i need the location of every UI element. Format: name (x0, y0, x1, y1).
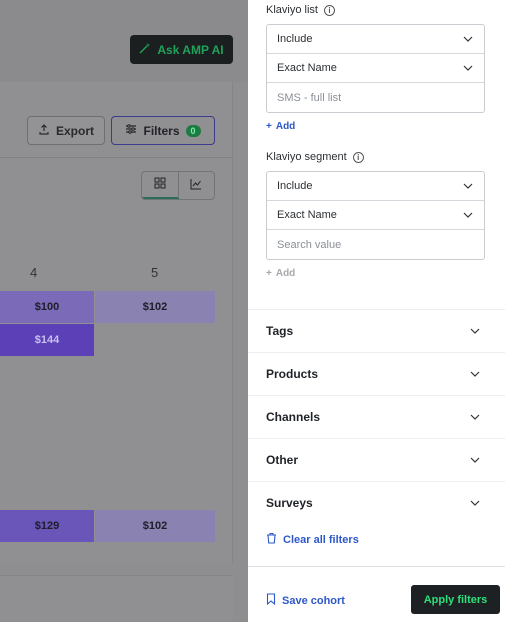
apply-filters-button[interactable]: Apply filters (411, 585, 500, 614)
accordion-label: Other (266, 453, 299, 467)
magic-wand-icon (139, 42, 151, 57)
ask-amp-ai-button[interactable]: Ask AMP AI (130, 35, 233, 64)
clear-all-filters-button[interactable]: Clear all filters (266, 532, 359, 547)
accordion-tags[interactable]: Tags (248, 309, 505, 352)
select-value: Include (277, 180, 313, 192)
upload-icon (38, 123, 50, 138)
view-toggle (141, 171, 215, 200)
klaviyo-list-value-input[interactable]: SMS - full list (267, 83, 484, 112)
chevron-down-icon (462, 180, 474, 192)
chevron-down-icon (462, 62, 474, 74)
input-placeholder: Search value (277, 238, 342, 251)
accordion-label: Tags (266, 324, 294, 338)
klaviyo-list-add-button[interactable]: + Add (266, 121, 295, 132)
trash-icon (266, 532, 277, 547)
line-chart-icon (190, 177, 202, 195)
table-cell: $102 (95, 291, 215, 323)
grid-icon (154, 176, 166, 194)
table-cell: $129 (0, 510, 94, 542)
add-label: Add (275, 268, 296, 279)
chart-view-button[interactable] (179, 172, 215, 199)
chevron-down-icon (469, 497, 481, 509)
export-label: Export (55, 123, 94, 138)
sliders-icon (125, 123, 137, 138)
klaviyo-list-match-select[interactable]: Exact Name (267, 54, 484, 83)
bottom-card (0, 575, 233, 622)
accordion-label: Channels (266, 410, 321, 424)
klaviyo-segment-add-button[interactable]: + Add (266, 268, 295, 279)
klaviyo-segment-match-select[interactable]: Exact Name (267, 201, 484, 230)
save-cohort-button[interactable]: Save cohort (266, 593, 345, 608)
klaviyo-list-label: Klaviyo list (266, 4, 318, 16)
chevron-down-icon (469, 368, 481, 380)
filters-label: Filters (143, 123, 180, 138)
plus-icon: + (266, 121, 272, 132)
klaviyo-list-label-row: Klaviyo list i (266, 4, 335, 16)
select-value: Exact Name (277, 209, 337, 221)
export-button[interactable]: Export (27, 116, 105, 145)
chevron-down-icon (462, 209, 474, 221)
accordion-other[interactable]: Other (248, 438, 505, 481)
column-header-5: 5 (151, 265, 159, 280)
divider (0, 157, 233, 158)
add-label: Add (275, 121, 296, 132)
chevron-down-icon (469, 325, 481, 337)
grid-view-button[interactable] (142, 172, 179, 199)
info-icon[interactable]: i (352, 151, 364, 163)
chevron-down-icon (469, 454, 481, 466)
filters-drawer: Klaviyo list i Include Exact Name SMS - … (248, 0, 505, 622)
save-cohort-label: Save cohort (282, 594, 345, 607)
table-cell: $102 (95, 510, 215, 542)
klaviyo-segment-search-input[interactable]: Search value (267, 230, 484, 259)
klaviyo-segment-include-select[interactable]: Include (267, 172, 484, 201)
klaviyo-list-include-select[interactable]: Include (267, 25, 484, 54)
klaviyo-list-filter: Include Exact Name SMS - full list (266, 24, 485, 113)
klaviyo-segment-label-row: Klaviyo segment i (266, 151, 364, 163)
column-header-4: 4 (30, 265, 38, 280)
input-value: SMS - full list (277, 91, 342, 104)
klaviyo-segment-filter: Include Exact Name Search value (266, 171, 485, 260)
select-value: Include (277, 33, 313, 45)
klaviyo-segment-label: Klaviyo segment (266, 151, 347, 163)
filters-count-badge: 0 (185, 124, 201, 137)
select-value: Exact Name (277, 62, 337, 74)
accordion-label: Products (266, 367, 319, 381)
clear-all-label: Clear all filters (283, 533, 359, 546)
bookmark-icon (266, 593, 276, 608)
accordion-surveys[interactable]: Surveys (248, 481, 505, 524)
accordion-channels[interactable]: Channels (248, 395, 505, 438)
chevron-down-icon (469, 411, 481, 423)
accordion-label: Surveys (266, 496, 313, 510)
accordion-products[interactable]: Products (248, 352, 505, 395)
table-cell: $144 (0, 324, 94, 356)
ask-amp-ai-label: Ask AMP AI (157, 42, 224, 57)
info-icon[interactable]: i (323, 4, 335, 16)
filters-button[interactable]: Filters 0 (111, 116, 215, 145)
table-cell: $100 (0, 291, 94, 323)
plus-icon: + (266, 268, 272, 279)
chevron-down-icon (462, 33, 474, 45)
